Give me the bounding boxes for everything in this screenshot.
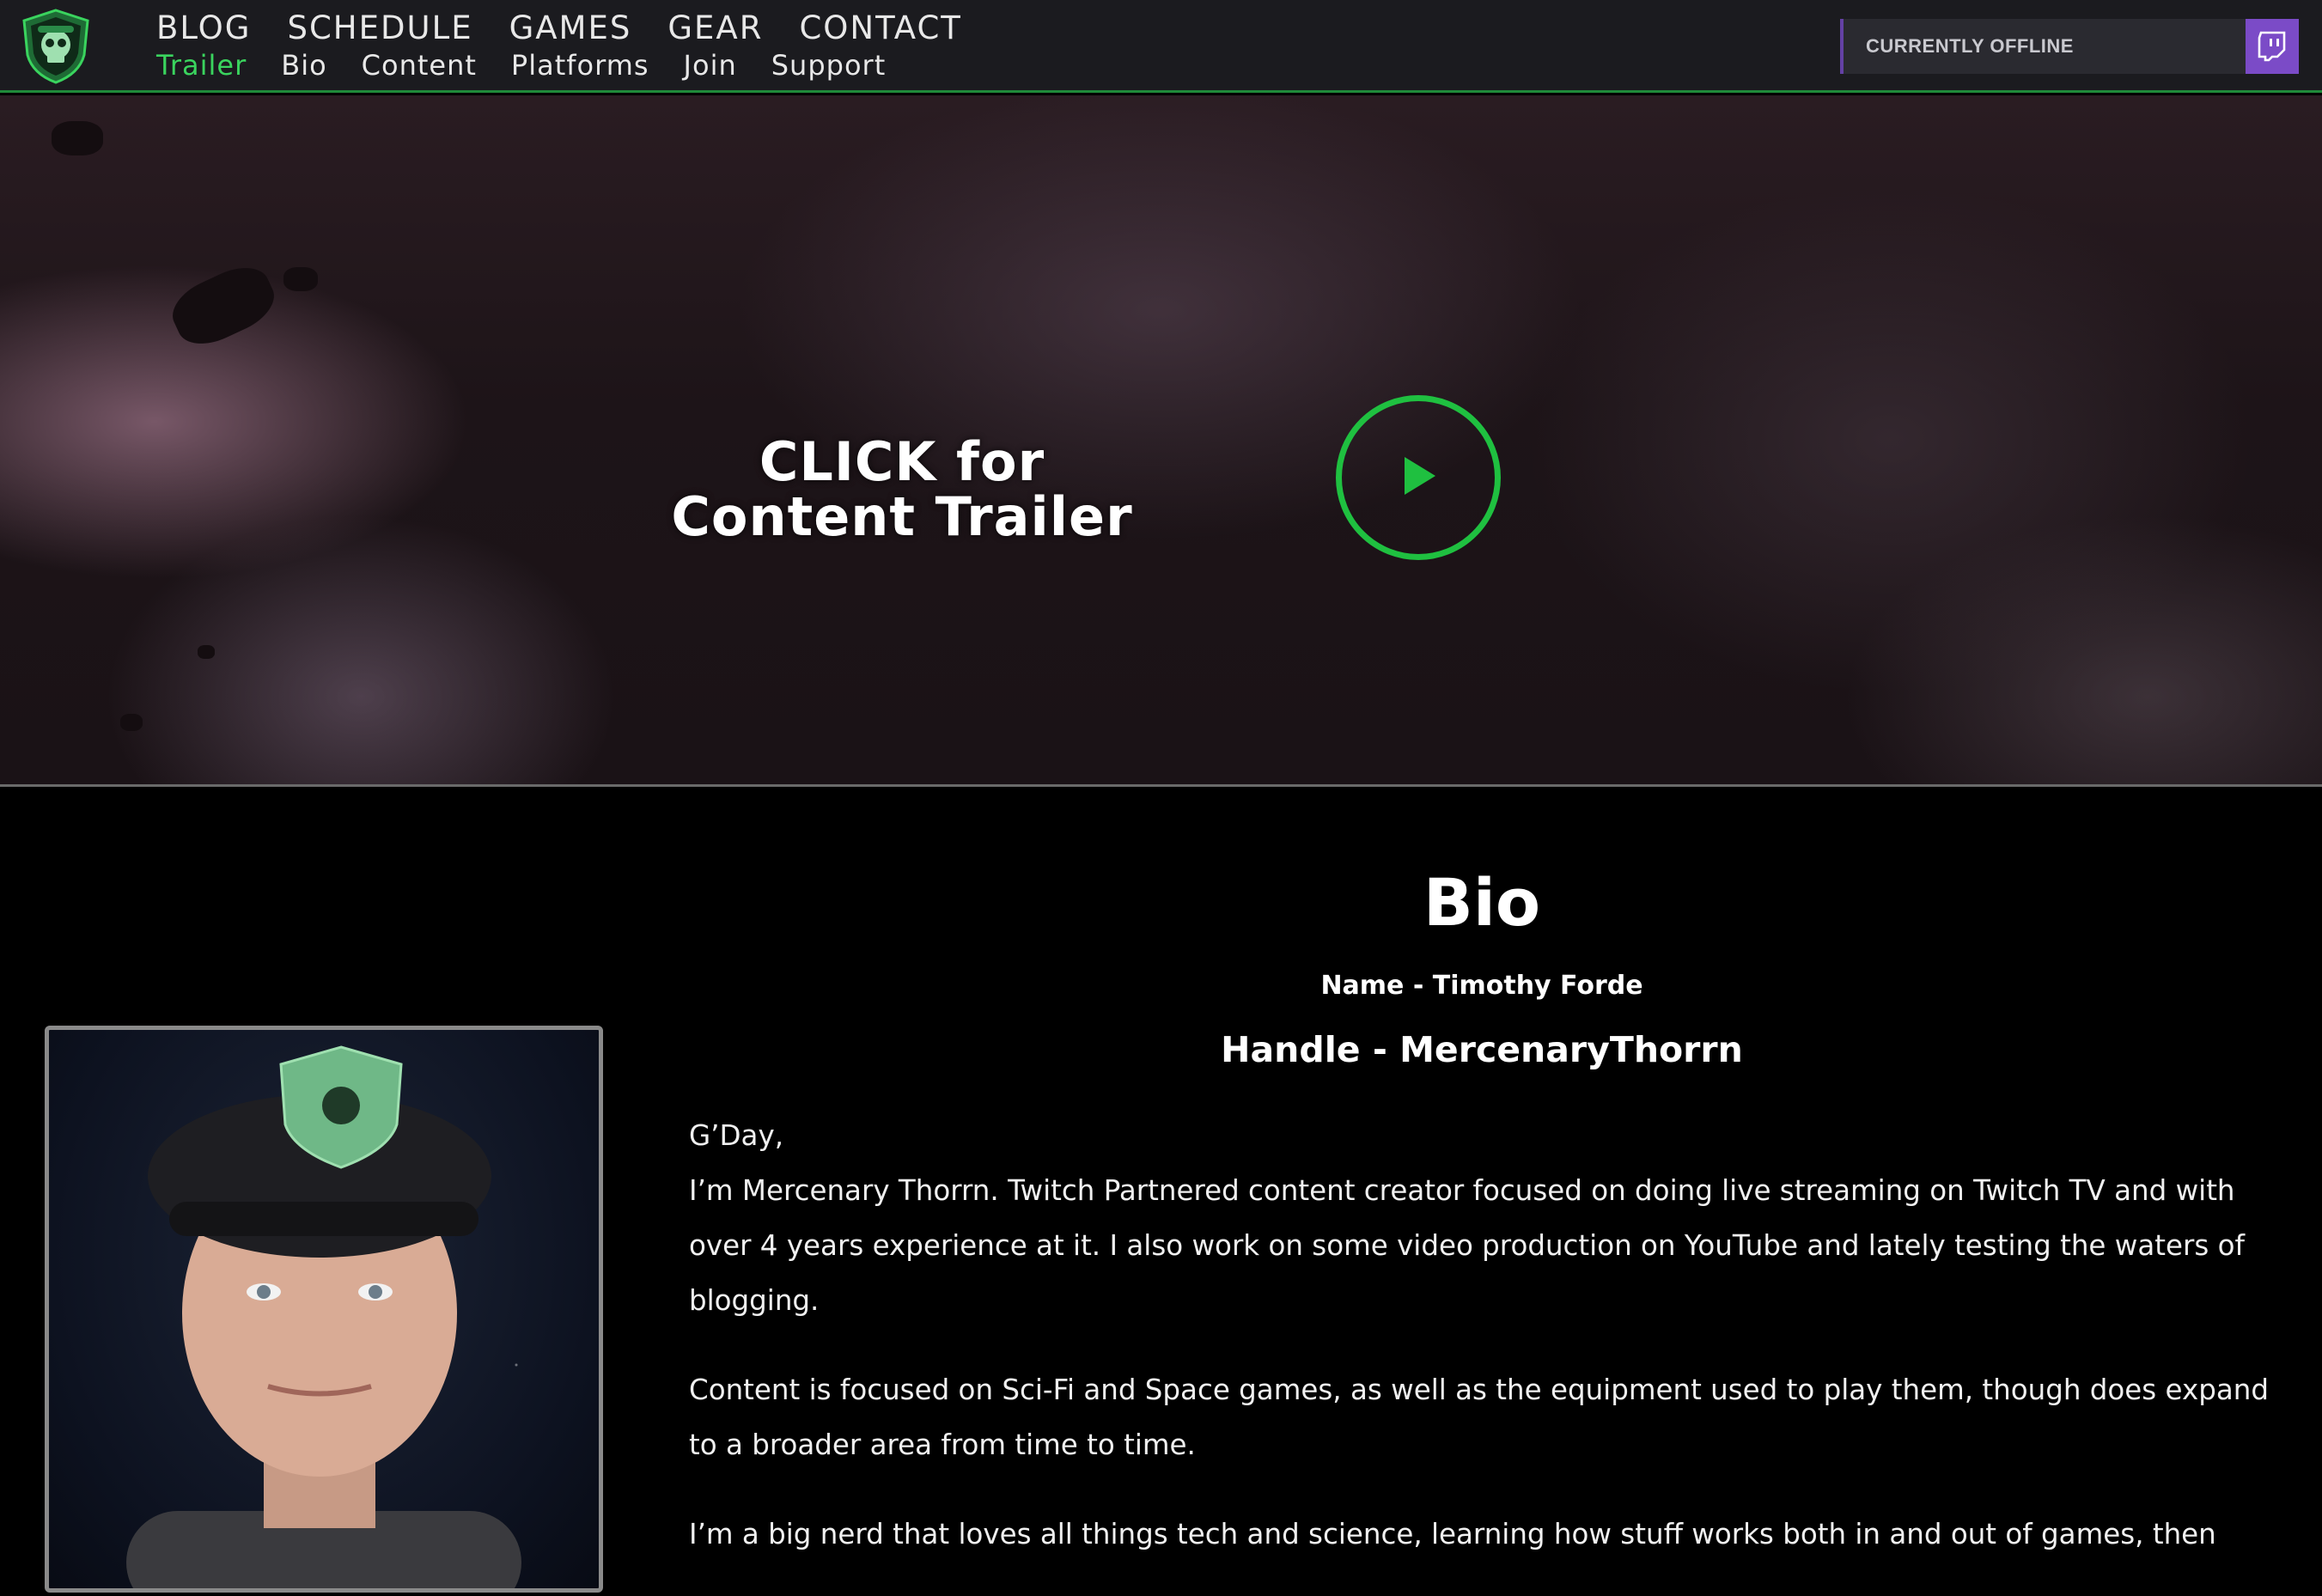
trailer-hero[interactable]: CLICK for Content Trailer	[0, 95, 2322, 787]
bio-heading: Bio	[1423, 864, 1541, 941]
subnav-trailer[interactable]: Trailer	[156, 47, 247, 83]
bio-paragraph: I’m Mercenary Thorrn. Twitch Partnered c…	[689, 1174, 2245, 1317]
twitch-status-widget[interactable]: CURRENTLY OFFLINE	[1840, 19, 2299, 74]
twitch-icon[interactable]	[2246, 19, 2299, 74]
skull-shield-logo-icon[interactable]	[19, 7, 93, 86]
play-button[interactable]	[1336, 395, 1501, 560]
subnav-platforms[interactable]: Platforms	[511, 47, 649, 83]
bio-greeting: G’Day,	[689, 1119, 784, 1152]
nav-schedule[interactable]: SCHEDULE	[287, 9, 472, 48]
bio-paragraph: Content is focused on Sci-Fi and Space g…	[689, 1374, 2269, 1461]
twitch-status-text: CURRENTLY OFFLINE	[1866, 35, 2074, 57]
asteroid-shape	[163, 256, 283, 356]
nav-gear[interactable]: GEAR	[667, 9, 763, 48]
secondary-nav: Trailer Bio Content Platforms Join Suppo…	[156, 47, 920, 83]
asteroid-shape	[283, 267, 318, 291]
bio-name: Name - Timothy Forde	[1320, 971, 1643, 1001]
nav-blog[interactable]: BLOG	[156, 9, 251, 48]
subnav-support[interactable]: Support	[771, 47, 887, 83]
trailer-cta-line2: Content Trailer	[671, 485, 1133, 548]
subnav-join[interactable]: Join	[684, 47, 737, 83]
profile-portrait	[45, 1026, 603, 1593]
bio-body: G’Day, I’m Mercenary Thorrn. Twitch Part…	[689, 1108, 2270, 1596]
asteroid-shape	[52, 121, 103, 155]
top-navigation-bar: BLOG SCHEDULE GAMES GEAR CONTACT Trailer…	[0, 0, 2322, 93]
play-icon	[1394, 450, 1442, 505]
nav-contact[interactable]: CONTACT	[799, 9, 961, 48]
primary-nav: BLOG SCHEDULE GAMES GEAR CONTACT	[156, 9, 998, 48]
bio-handle: Handle - MercenaryThorrn	[1221, 1029, 1743, 1070]
subnav-content[interactable]: Content	[362, 47, 477, 83]
asteroid-shape	[198, 645, 215, 659]
trailer-cta-line1: CLICK for	[759, 430, 1045, 493]
portrait-illustration	[126, 1045, 521, 1588]
subnav-bio[interactable]: Bio	[281, 47, 326, 83]
nav-games[interactable]: GAMES	[509, 9, 632, 48]
asteroid-shape	[120, 714, 143, 731]
trailer-cta-text[interactable]: CLICK for Content Trailer	[601, 435, 1203, 545]
bio-paragraph: I’m a big nerd that loves all things tec…	[689, 1518, 2216, 1550]
